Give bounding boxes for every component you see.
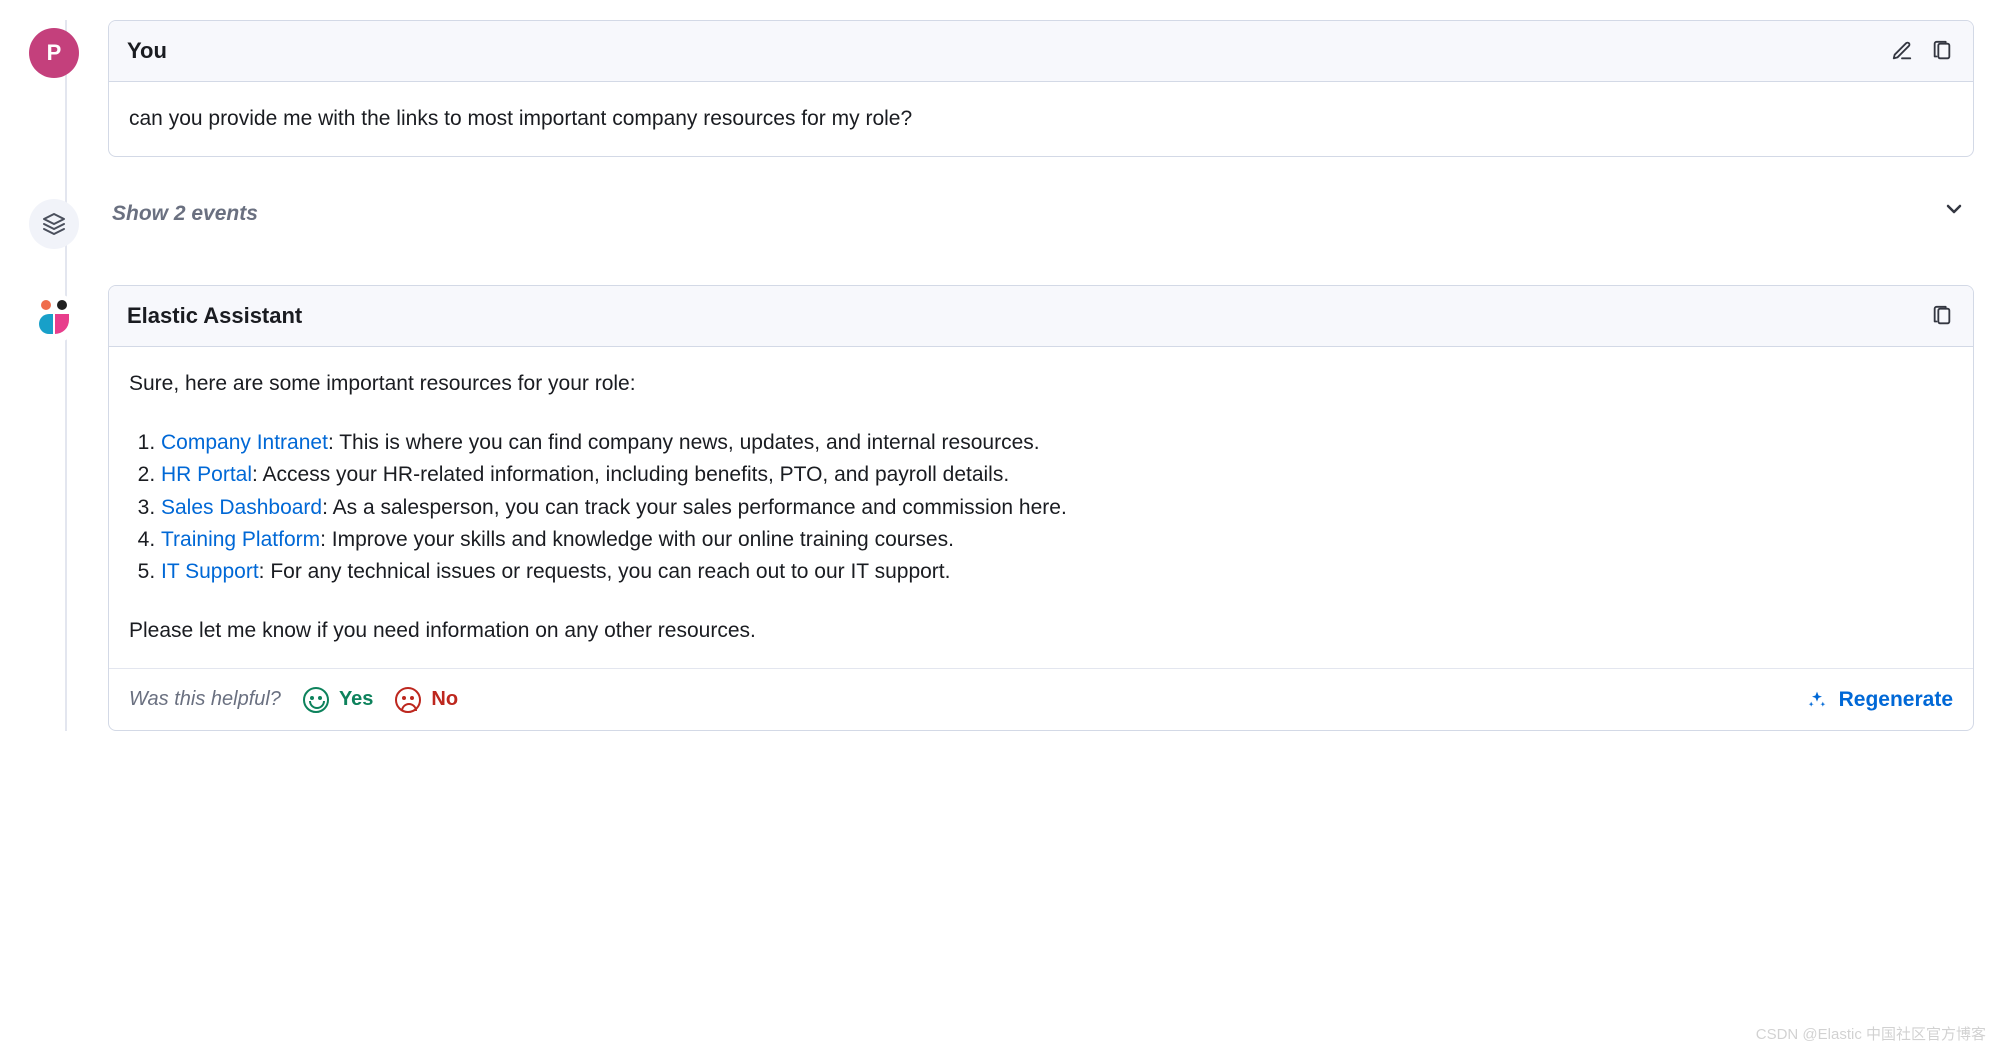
edit-message-button[interactable] [1889,38,1915,64]
clipboard-icon [1931,305,1953,327]
assistant-outro: Please let me know if you need informati… [129,616,1953,646]
assistant-message-row: Elastic Assistant Sure, here are some im… [24,285,1974,731]
assistant-avatar [29,293,79,343]
resource-link[interactable]: IT Support [161,560,259,583]
user-message-text: can you provide me with the links to mos… [109,82,1973,156]
user-avatar: P [29,28,79,78]
copy-response-button[interactable] [1929,303,1955,329]
chat-thread: P You can you provide me with the li [24,20,1974,731]
resource-item: Company Intranet: This is where you can … [161,428,1953,458]
edit-icon [1891,40,1913,62]
frown-icon [395,687,421,713]
events-label: Show 2 events [112,199,258,229]
gutter: P [24,20,84,78]
regenerate-button[interactable]: Regenerate [1807,688,1953,712]
chevron-down-icon [1942,197,1966,230]
feedback-yes-button[interactable]: Yes [303,687,373,713]
layers-icon [42,212,66,236]
feedback-prompt: Was this helpful? [129,685,281,714]
feedback-yes-label: Yes [339,688,373,711]
user-message-row: P You can you provide me with the li [24,20,1974,157]
resource-item: HR Portal: Access your HR-related inform… [161,460,1953,490]
resource-item: Training Platform: Improve your skills a… [161,525,1953,555]
resource-desc: : As a salesperson, you can track your s… [322,496,1067,519]
resource-desc: : Access your HR-related information, in… [252,463,1009,486]
sparkle-icon [1807,690,1827,710]
resource-link[interactable]: HR Portal [161,463,252,486]
user-avatar-letter: P [47,37,62,69]
show-events-toggle[interactable]: Show 2 events [108,191,1974,236]
user-header-label: You [127,35,167,67]
resource-desc: : Improve your skills and knowledge with… [320,528,954,551]
assistant-card-footer: Was this helpful? Yes No Regenerate [109,668,1973,730]
feedback-no-label: No [431,688,458,711]
resource-link[interactable]: Sales Dashboard [161,496,322,519]
resource-link[interactable]: Company Intranet [161,431,328,454]
assistant-message-body: Sure, here are some important resources … [109,347,1973,668]
smile-icon [303,687,329,713]
assistant-card-header: Elastic Assistant [109,286,1973,347]
clipboard-icon [1931,40,1953,62]
events-row: Show 2 events [24,191,1974,249]
copy-message-button[interactable] [1929,38,1955,64]
assistant-intro: Sure, here are some important resources … [129,369,1953,399]
watermark: CSDN @Elastic 中国社区官方博客 [1756,1024,1986,1046]
assistant-message-card: Elastic Assistant Sure, here are some im… [108,285,1974,731]
assistant-header-label: Elastic Assistant [127,300,302,332]
resource-link[interactable]: Training Platform [161,528,320,551]
resource-desc: : For any technical issues or requests, … [259,560,951,583]
regenerate-label: Regenerate [1839,688,1953,712]
resource-item: IT Support: For any technical issues or … [161,557,1953,587]
user-card-header: You [109,21,1973,82]
elastic-logo-icon [34,298,74,338]
events-avatar [29,199,79,249]
resource-desc: : This is where you can find company new… [328,431,1040,454]
user-message-card: You can you provide me with the links to… [108,20,1974,157]
feedback-no-button[interactable]: No [395,687,458,713]
resource-list: Company Intranet: This is where you can … [129,428,1953,588]
resource-item: Sales Dashboard: As a salesperson, you c… [161,493,1953,523]
